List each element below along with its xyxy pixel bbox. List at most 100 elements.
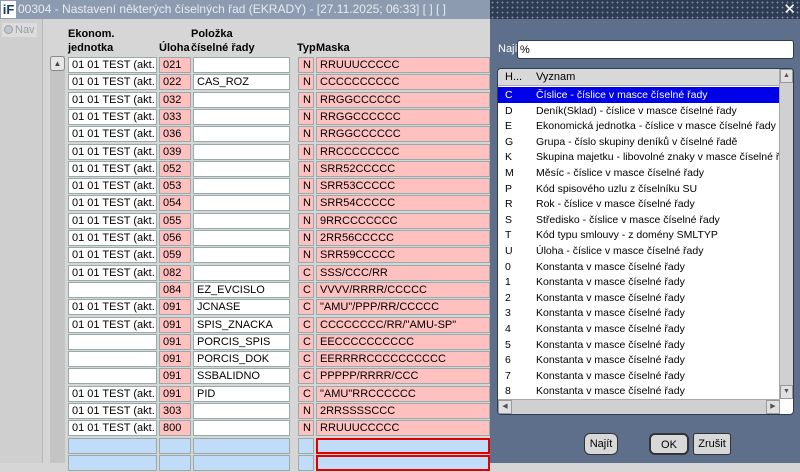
cell-maska[interactable]: 2RRSSSSCCC <box>316 403 490 419</box>
cell-polozka[interactable] <box>193 264 290 281</box>
cell-polozka[interactable] <box>193 91 290 108</box>
list-item[interactable]: C Číslice - číslice v masce číselné řady <box>498 87 780 103</box>
cell-typ[interactable]: N <box>298 230 314 246</box>
list-item[interactable]: 0 Konstanta v masce číselné řady <box>498 259 780 275</box>
scroll-right-icon[interactable]: ▶ <box>766 400 780 414</box>
cell-uloha[interactable]: 091 <box>159 333 191 350</box>
cell-polozka[interactable] <box>193 108 290 125</box>
nav-radio[interactable]: Nav <box>2 23 37 37</box>
col-header-h[interactable]: H... <box>505 71 522 83</box>
cell-typ[interactable]: N <box>298 195 314 212</box>
cell-typ[interactable]: N <box>298 403 314 419</box>
cell-typ[interactable]: C <box>298 316 314 333</box>
cell-polozka[interactable] <box>193 178 290 195</box>
cell-typ[interactable]: N <box>298 126 314 143</box>
cell-ekonom[interactable]: 01 01 TEST (akt. 31 <box>68 420 157 437</box>
cell-typ[interactable]: N <box>298 420 314 437</box>
cell-uloha[interactable]: 303 <box>159 403 191 419</box>
cell-ekonom[interactable]: 01 01 TEST (akt. 31 <box>68 264 157 281</box>
cell-polozka[interactable] <box>193 143 290 160</box>
list-item[interactable]: P Kód spisového uzlu z číselníku SU <box>498 181 780 197</box>
cell-ekonom[interactable]: 01 01 TEST (akt. 31 <box>68 212 157 229</box>
cell-polozka[interactable] <box>193 212 290 229</box>
list-item[interactable]: R Rok - číslice v masce číselné řady <box>498 196 780 212</box>
cell-maska[interactable]: EERRRRCCCCCCCCCC <box>316 351 490 368</box>
cell-maska[interactable]: EECCCCCCCCCC <box>316 333 490 350</box>
list-item[interactable]: 4 Konstanta v masce číselné řady <box>498 321 780 337</box>
cell-uloha[interactable]: 052 <box>159 160 191 177</box>
cell-maska[interactable]: SRR52CCCCC <box>316 160 490 177</box>
cell-maska[interactable]: SSS/CCC/RR <box>316 264 490 281</box>
cell-typ[interactable]: N <box>298 74 314 91</box>
dialog-title-bar[interactable]: ✕ <box>490 0 800 19</box>
list-item[interactable]: T Kód typu smlouvy - z domény SMLTYP <box>498 227 780 243</box>
cell-maska[interactable]: RRUUUCCCCC <box>316 57 490 73</box>
cell-polozka[interactable] <box>193 126 290 143</box>
cancel-button[interactable]: Zrušit <box>693 433 731 455</box>
cell-maska[interactable]: RRCCCCCCCC <box>316 143 490 160</box>
cell-polozka[interactable] <box>193 230 290 246</box>
grid-scrollbar[interactable]: ▲ <box>50 56 65 463</box>
cell-uloha[interactable]: 091 <box>159 368 191 385</box>
cell-maska[interactable]: PPPPP/RRRR/CCC <box>316 368 490 385</box>
cell-uloha[interactable]: 059 <box>159 247 191 264</box>
list-horizontal-scrollbar[interactable]: ◀ ▶ <box>498 399 780 414</box>
cell-typ[interactable]: C <box>298 351 314 368</box>
cell-maska[interactable]: CCCCCCCC/RR/"AMU-SP" <box>316 316 490 333</box>
list-item[interactable]: S Středisko - číslice v masce číselné řad… <box>498 212 780 228</box>
cell-typ[interactable]: C <box>298 333 314 350</box>
cell-uloha[interactable]: 032 <box>159 91 191 108</box>
cell-ekonom[interactable] <box>68 351 157 368</box>
list-item[interactable]: 5 Konstanta v masce číselné řady <box>498 337 780 353</box>
list-item[interactable]: U Úloha - číslice v masce číselné řady <box>498 243 780 259</box>
cell-uloha[interactable]: 056 <box>159 230 191 246</box>
cell-uloha[interactable]: 084 <box>159 281 191 298</box>
cell-polozka[interactable]: SPIS_ZNACKA <box>193 316 290 333</box>
cell-maska[interactable]: SRR59CCCCC <box>316 247 490 264</box>
cell-ekonom[interactable]: 01 01 TEST (akt. 31 <box>68 403 157 419</box>
scroll-down-icon[interactable]: ▼ <box>780 385 793 399</box>
scroll-up-icon[interactable]: ▲ <box>50 56 65 71</box>
list-item[interactable]: 2 Konstanta v masce číselné řady <box>498 290 780 306</box>
scroll-up-icon[interactable]: ▲ <box>780 69 793 83</box>
list-item[interactable]: E Ekonomická jednotka - číslice v masce č… <box>498 118 780 134</box>
cell-ekonom[interactable]: 01 01 TEST (akt. 31 <box>68 230 157 246</box>
cell-uloha[interactable]: 091 <box>159 299 191 316</box>
cell-ekonom[interactable]: 01 01 TEST (akt. 31 <box>68 195 157 212</box>
cell-maska[interactable]: SRR54CCCCC <box>316 195 490 212</box>
cell-uloha[interactable]: 021 <box>159 57 191 73</box>
cell-uloha[interactable]: 033 <box>159 108 191 125</box>
cell-ekonom[interactable]: 01 01 TEST (akt. 31 <box>68 126 157 143</box>
cell-typ[interactable]: N <box>298 212 314 229</box>
cell-polozka[interactable] <box>193 420 290 437</box>
cell-polozka[interactable] <box>193 247 290 264</box>
cell-uloha[interactable]: 054 <box>159 195 191 212</box>
cell-maska[interactable]: RRGGCCCCCC <box>316 126 490 143</box>
cell-ekonom[interactable]: 01 01 TEST (akt. 31 <box>68 143 157 160</box>
cell-ekonom[interactable]: 01 01 TEST (akt. 31 <box>68 74 157 91</box>
cell-ekonom[interactable]: 01 01 TEST (akt. 31 <box>68 385 157 402</box>
cell-maska[interactable]: RRGGCCCCCC <box>316 108 490 125</box>
cell-uloha[interactable]: 022 <box>159 74 191 91</box>
cell-ekonom[interactable] <box>68 368 157 385</box>
list-item[interactable]: 7 Konstanta v masce číselné řady <box>498 368 780 384</box>
cell-typ[interactable]: N <box>298 143 314 160</box>
list-item[interactable]: 3 Konstanta v masce číselné řady <box>498 305 780 321</box>
cell-polozka[interactable]: EZ_EVCISLO <box>193 281 290 298</box>
ok-button[interactable]: OK <box>649 433 689 455</box>
cell-typ[interactable]: N <box>298 178 314 195</box>
cell-maska[interactable]: 2RR56CCCCC <box>316 230 490 246</box>
cell-typ[interactable]: N <box>298 247 314 264</box>
cell-maska[interactable]: 9RRCCCCCCC <box>316 212 490 229</box>
list-item[interactable]: 8 Konstanta v masce číselné řady <box>498 383 780 399</box>
cell-maska[interactable]: RRGGCCCCCC <box>316 91 490 108</box>
cell-maska[interactable]: CCCCCCCCCC <box>316 74 490 91</box>
cell-typ[interactable]: N <box>298 91 314 108</box>
list-vertical-scrollbar[interactable]: ▲ ▼ <box>779 69 793 399</box>
cell-uloha[interactable]: 039 <box>159 143 191 160</box>
list-item[interactable]: M Měsíc - číslice v masce číselné řady <box>498 165 780 181</box>
cell-ekonom[interactable]: 01 01 TEST (akt. 31 <box>68 299 157 316</box>
cell-uloha[interactable]: 036 <box>159 126 191 143</box>
cell-ekonom[interactable]: 01 01 TEST (akt. 31 <box>68 57 157 73</box>
cell-uloha[interactable]: 055 <box>159 212 191 229</box>
